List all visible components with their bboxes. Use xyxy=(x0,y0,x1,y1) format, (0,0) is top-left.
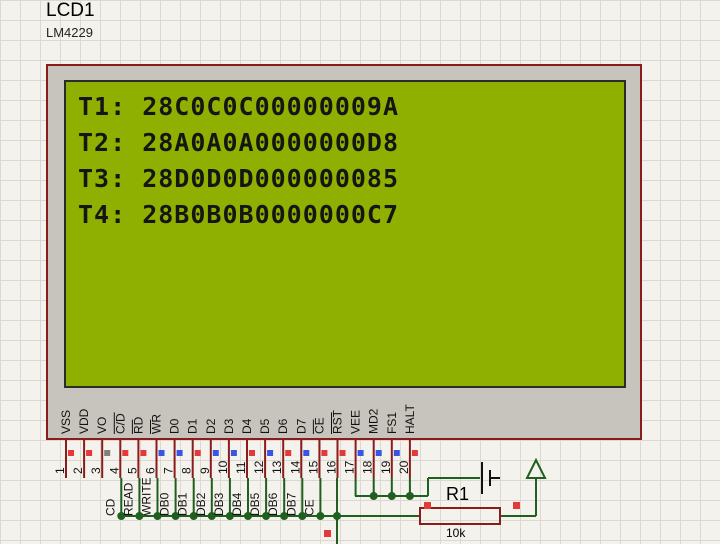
pin-label: D2 xyxy=(204,418,218,434)
pin-number: 18 xyxy=(361,460,375,474)
pin-number: 19 xyxy=(379,460,393,474)
pin-label: CE xyxy=(312,417,326,434)
pin-label: HALT xyxy=(403,404,417,434)
rst-pin-marker xyxy=(324,530,331,537)
pin-marker xyxy=(249,450,255,456)
pin-number: 5 xyxy=(125,467,139,474)
pin-label: WR xyxy=(150,414,164,434)
pin-label: D3 xyxy=(222,418,236,434)
pin-label: VSS xyxy=(59,410,73,434)
pin-marker xyxy=(140,450,147,456)
net-label: READ xyxy=(121,482,135,516)
power-terminal-icon xyxy=(525,457,547,479)
net-label: DB5 xyxy=(248,492,262,516)
net-label: WRITE xyxy=(140,477,154,516)
pin-marker xyxy=(375,450,382,456)
pin-number: 3 xyxy=(89,467,103,474)
pin-marker xyxy=(411,450,418,456)
pin-label: VDD xyxy=(77,408,91,434)
net-label: DB0 xyxy=(158,492,172,516)
pin-marker xyxy=(357,450,364,456)
pin-number: 7 xyxy=(162,467,176,474)
pin-marker xyxy=(122,450,129,456)
pin-number: 12 xyxy=(252,460,266,474)
pin-number: 9 xyxy=(198,467,212,474)
schematic-wiring: VSS 1 VDD 2 VO 3 C/D 4 CD RD 5 READ WR 6 WRITE D0 7 DB0 D1… xyxy=(53,404,547,544)
pin-number: 16 xyxy=(325,460,339,474)
pin-label: D4 xyxy=(240,418,254,434)
pin-label: D1 xyxy=(186,418,200,434)
net-label: CE xyxy=(302,499,316,516)
pin-label: VO xyxy=(95,417,109,434)
net-label: CD xyxy=(103,498,117,516)
pin-marker xyxy=(104,450,111,456)
pin-label: C/D xyxy=(113,413,127,434)
pin-number: 11 xyxy=(234,461,248,474)
pin-number: 13 xyxy=(270,460,284,474)
pin-label: MD2 xyxy=(367,408,381,434)
pin-number: 20 xyxy=(397,460,411,474)
pin-marker xyxy=(158,450,165,456)
pin-label: D5 xyxy=(258,418,272,434)
pin-marker xyxy=(176,450,183,456)
pin-number: 14 xyxy=(288,460,302,474)
pin-number: 6 xyxy=(144,467,158,474)
resistor-reference: R1 xyxy=(446,484,470,504)
pin-number: 2 xyxy=(71,467,85,474)
pin-label: D6 xyxy=(276,418,290,434)
pin-number: 8 xyxy=(180,467,194,474)
pin-marker xyxy=(194,450,201,456)
pin-marker xyxy=(230,450,237,456)
pin-marker xyxy=(285,450,292,456)
pin-label: VEE xyxy=(349,410,363,434)
pin-label: D0 xyxy=(168,418,182,434)
resistor-value: 10k xyxy=(446,526,466,540)
resistor-pin-marker xyxy=(513,502,520,509)
pin-number: 10 xyxy=(216,460,230,474)
pin-label: RD xyxy=(131,416,145,434)
pin-number: 1 xyxy=(53,467,67,474)
pin-marker xyxy=(86,450,93,456)
net-label: DB7 xyxy=(284,492,298,516)
net-label: DB1 xyxy=(176,492,190,516)
net-label: DB6 xyxy=(266,492,280,516)
pin-marker xyxy=(393,450,400,456)
net-label: DB2 xyxy=(194,492,208,516)
pin-label: RST xyxy=(331,409,345,434)
pin-label: D7 xyxy=(294,418,308,434)
pin-number: 15 xyxy=(306,460,320,474)
resistor-body xyxy=(419,507,501,525)
pin-marker xyxy=(212,450,219,456)
resistor-pin-marker xyxy=(424,502,431,509)
net-label: DB3 xyxy=(212,492,226,516)
pin-marker xyxy=(321,450,328,456)
pin-number: 17 xyxy=(343,460,357,474)
pin-marker xyxy=(339,450,346,456)
pin-number: 4 xyxy=(107,467,121,474)
pin-label: FS1 xyxy=(385,412,399,434)
pin-marker xyxy=(303,450,310,456)
pin-marker xyxy=(68,450,74,456)
net-label: DB4 xyxy=(230,492,244,516)
pin-marker xyxy=(267,450,274,456)
